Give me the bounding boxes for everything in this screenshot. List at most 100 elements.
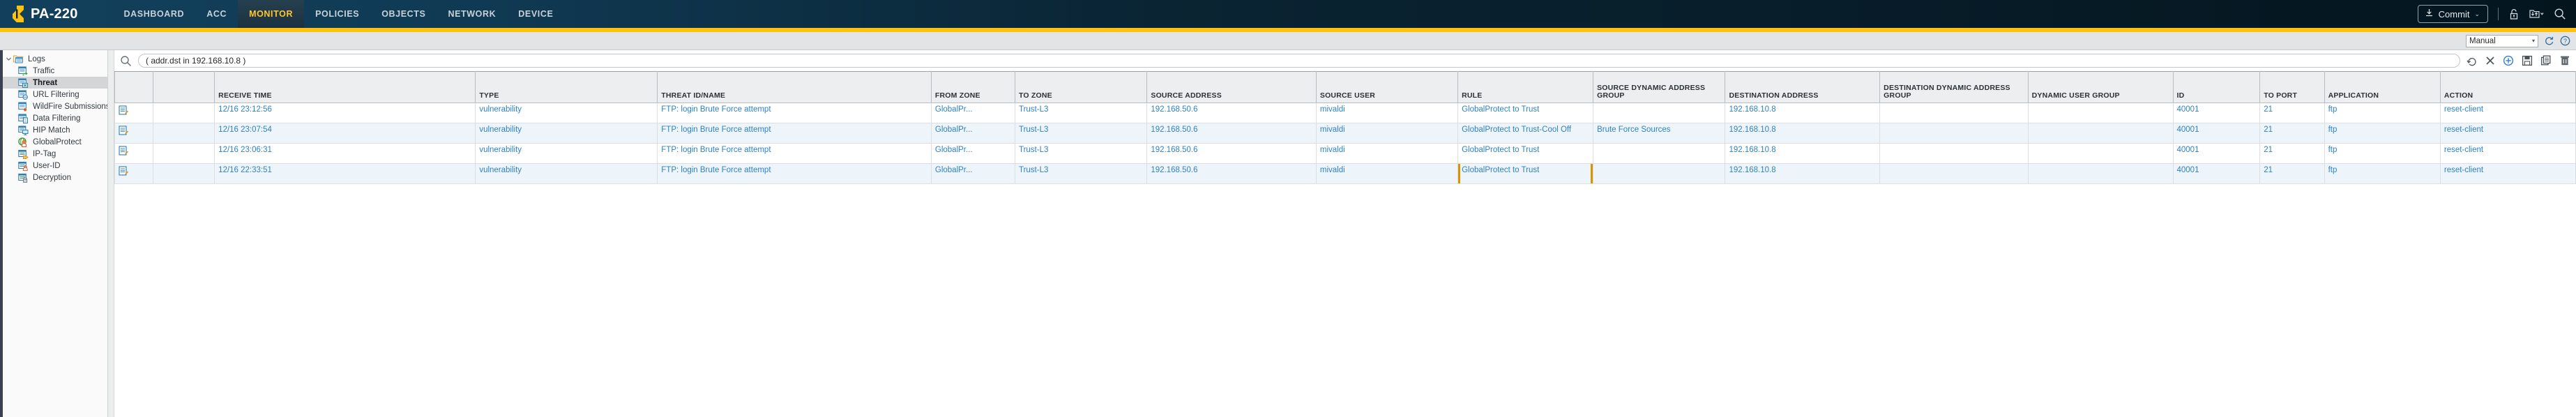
col-header-source-dag[interactable]: SOURCE DYNAMIC ADDRESS GROUP — [1593, 72, 1725, 103]
cell-source-address[interactable]: 192.168.50.6 — [1147, 164, 1317, 184]
cell-from-zone[interactable]: GlobalPr... — [931, 144, 1015, 164]
col-header-destination-address[interactable]: DESTINATION ADDRESS — [1725, 72, 1880, 103]
col-header-type[interactable]: TYPE — [476, 72, 658, 103]
cell-rule[interactable]: GlobalProtect to Trust — [1458, 144, 1593, 164]
sidebar-item-ip-tag[interactable]: IP-Tag — [0, 148, 107, 160]
cell-source-dag[interactable] — [1593, 164, 1725, 184]
cell-id[interactable]: 40001 — [2173, 123, 2260, 144]
cell-action[interactable]: reset-client — [2440, 123, 2575, 144]
clear-filter-icon[interactable] — [2465, 55, 2479, 66]
sidebar-item-logs[interactable]: Logs — [0, 53, 107, 65]
col-header-rule[interactable]: RULE — [1458, 72, 1593, 103]
cell-type[interactable]: vulnerability — [476, 103, 658, 123]
log-detail-icon-cell[interactable] — [115, 144, 153, 164]
cell-to-zone[interactable]: Trust-L3 — [1015, 123, 1146, 144]
help-icon[interactable]: ? — [2560, 36, 2570, 46]
col-header-dynamic-user-group[interactable]: DYNAMIC USER GROUP — [2028, 72, 2173, 103]
refresh-mode-select[interactable]: Manual ▾ — [2466, 35, 2538, 47]
cell-id[interactable]: 40001 — [2173, 144, 2260, 164]
cell-destination-address[interactable]: 192.168.10.8 — [1725, 164, 1880, 184]
cell-from-zone[interactable]: GlobalPr... — [931, 103, 1015, 123]
sidebar-item-wildfire-submissions[interactable]: WildFire Submissions — [0, 100, 107, 112]
cell-id[interactable]: 40001 — [2173, 103, 2260, 123]
cell-threat-id[interactable]: FTP: login Brute Force attempt — [658, 123, 932, 144]
cell-rule[interactable]: GlobalProtect to Trust-Cool Off — [1458, 123, 1593, 144]
search-icon[interactable] — [119, 55, 133, 67]
cell-to-port[interactable]: 21 — [2260, 103, 2324, 123]
cell-to-zone[interactable]: Trust-L3 — [1015, 164, 1146, 184]
sidebar-item-threat[interactable]: Threat — [0, 77, 107, 89]
col-header-action[interactable]: ACTION — [2440, 72, 2575, 103]
save-filter-icon[interactable] — [2520, 55, 2534, 66]
sidebar-item-globalprotect[interactable]: GlobalProtect — [0, 136, 107, 148]
col-header-id[interactable]: ID — [2173, 72, 2260, 103]
cell-rule-highlighted[interactable]: GlobalProtect to Trust — [1458, 164, 1593, 184]
cell-to-port[interactable]: 21 — [2260, 123, 2324, 144]
nav-item-objects[interactable]: OBJECTS — [370, 0, 437, 28]
cell-action[interactable]: reset-client — [2440, 144, 2575, 164]
col-header-source-address[interactable]: SOURCE ADDRESS — [1147, 72, 1317, 103]
cell-type[interactable]: vulnerability — [476, 144, 658, 164]
add-filter-icon[interactable] — [2501, 55, 2515, 66]
cell-to-port[interactable]: 21 — [2260, 164, 2324, 184]
cell-source-address[interactable]: 192.168.50.6 — [1147, 103, 1317, 123]
nav-item-network[interactable]: NETWORK — [437, 0, 507, 28]
commit-button[interactable]: Commit ⌄ — [2418, 5, 2488, 23]
sidebar-item-url-filtering[interactable]: URL Filtering — [0, 89, 107, 100]
cell-threat-id[interactable]: FTP: login Brute Force attempt — [658, 144, 932, 164]
nav-item-device[interactable]: DEVICE — [507, 0, 564, 28]
cell-receive-time[interactable]: 12/16 23:12:56 — [215, 103, 476, 123]
col-header-threat-id[interactable]: THREAT ID/NAME — [658, 72, 932, 103]
cell-source-dag[interactable] — [1593, 144, 1725, 164]
cell-source-user[interactable]: mivaldi — [1316, 103, 1457, 123]
cell-destination-address[interactable]: 192.168.10.8 — [1725, 144, 1880, 164]
cell-threat-id[interactable]: FTP: login Brute Force attempt — [658, 164, 932, 184]
search-icon[interactable] — [2554, 8, 2566, 20]
col-header-destination-dag[interactable]: DESTINATION DYNAMIC ADDRESS GROUP — [1880, 72, 2028, 103]
cell-to-zone[interactable]: Trust-L3 — [1015, 103, 1146, 123]
cell-type[interactable]: vulnerability — [476, 123, 658, 144]
cell-rule[interactable]: GlobalProtect to Trust — [1458, 103, 1593, 123]
cell-receive-time[interactable]: 12/16 22:33:51 — [215, 164, 476, 184]
cell-type[interactable]: vulnerability — [476, 164, 658, 184]
cell-from-zone[interactable]: GlobalPr... — [931, 164, 1015, 184]
cell-source-user[interactable]: mivaldi — [1316, 123, 1457, 144]
log-detail-icon-cell[interactable] — [115, 164, 153, 184]
log-detail-icon-cell[interactable] — [115, 123, 153, 144]
col-header-receive-time[interactable]: RECEIVE TIME — [215, 72, 476, 103]
col-header-to-port[interactable]: TO PORT — [2260, 72, 2324, 103]
col-header-application[interactable]: APPLICATION — [2324, 72, 2440, 103]
cell-id[interactable]: 40001 — [2173, 164, 2260, 184]
nav-item-dashboard[interactable]: DASHBOARD — [113, 0, 196, 28]
col-header-from-zone[interactable]: FROM ZONE — [931, 72, 1015, 103]
cell-destination-address[interactable]: 192.168.10.8 — [1725, 123, 1880, 144]
sidebar-item-user-id[interactable]: User-ID — [0, 160, 107, 172]
cell-source-user[interactable]: mivaldi — [1316, 164, 1457, 184]
export-filter-icon[interactable] — [2539, 55, 2553, 66]
cell-threat-id[interactable]: FTP: login Brute Force attempt — [658, 103, 932, 123]
cell-application[interactable]: ftp — [2324, 123, 2440, 144]
cell-source-dag[interactable] — [1593, 103, 1725, 123]
cell-from-zone[interactable]: GlobalPr... — [931, 123, 1015, 144]
save-config-icon[interactable] — [2529, 8, 2544, 20]
cell-receive-time[interactable]: 12/16 23:07:54 — [215, 123, 476, 144]
cell-source-address[interactable]: 192.168.50.6 — [1147, 123, 1317, 144]
col-header-flag[interactable] — [153, 72, 215, 103]
col-header-detail[interactable] — [115, 72, 153, 103]
sidebar-item-data-filtering[interactable]: Data Filtering — [0, 112, 107, 124]
close-x-icon[interactable] — [2484, 56, 2497, 66]
cell-action[interactable]: reset-client — [2440, 103, 2575, 123]
log-table-container[interactable]: RECEIVE TIME TYPE THREAT ID/NAME FROM ZO… — [114, 71, 2576, 417]
sidebar-item-decryption[interactable]: Decryption — [0, 172, 107, 183]
nav-item-policies[interactable]: POLICIES — [304, 0, 370, 28]
cell-receive-time[interactable]: 12/16 23:06:31 — [215, 144, 476, 164]
cell-application[interactable]: ftp — [2324, 103, 2440, 123]
log-filter-input[interactable] — [138, 54, 2460, 68]
cell-source-user[interactable]: mivaldi — [1316, 144, 1457, 164]
nav-item-monitor[interactable]: MONITOR — [238, 0, 304, 28]
cell-to-zone[interactable]: Trust-L3 — [1015, 144, 1146, 164]
cell-application[interactable]: ftp — [2324, 144, 2440, 164]
chevron-down-icon[interactable] — [4, 56, 13, 62]
refresh-icon[interactable] — [2544, 36, 2554, 46]
cell-destination-address[interactable]: 192.168.10.8 — [1725, 103, 1880, 123]
